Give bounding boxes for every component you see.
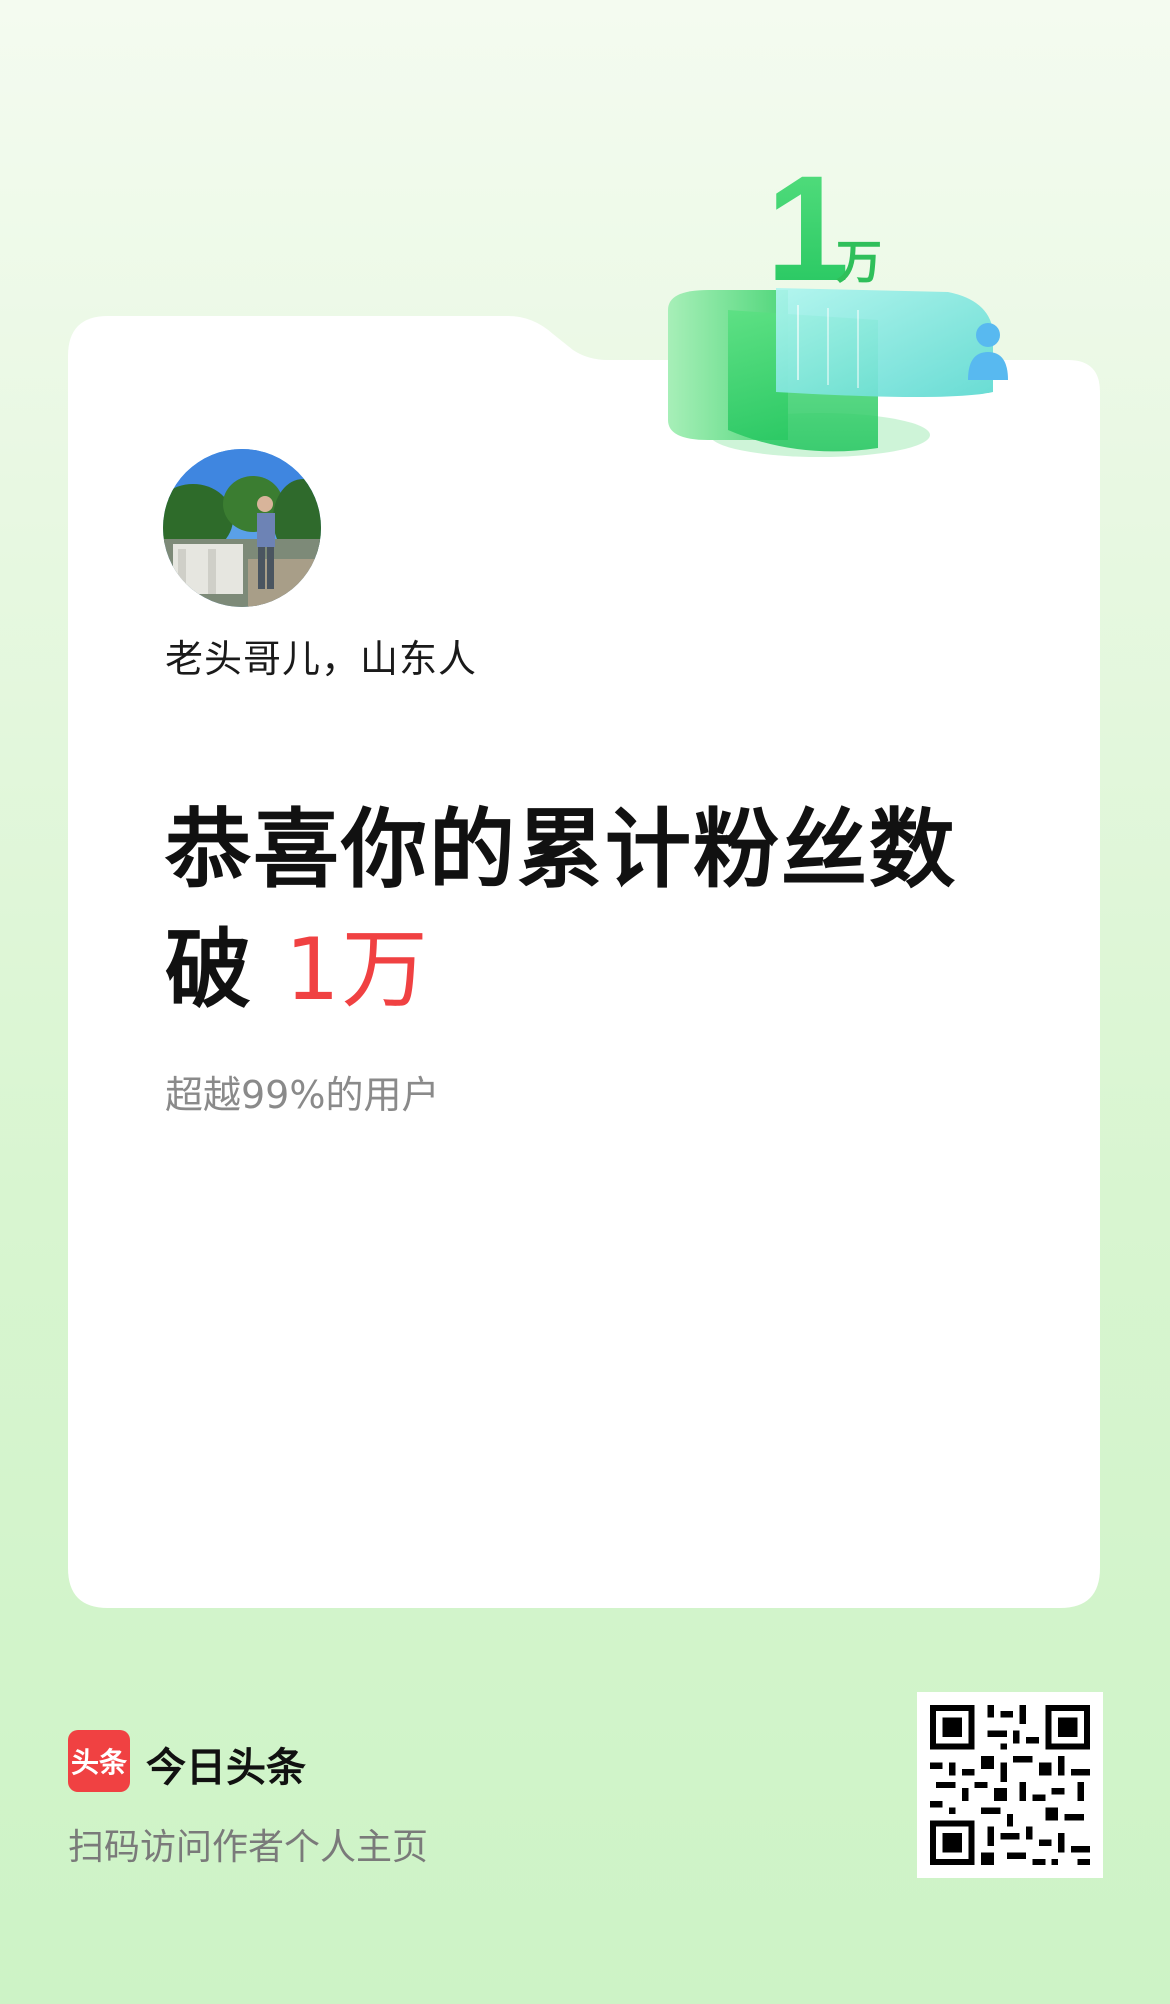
toutiao-logo-icon: 头条 [68, 1730, 130, 1792]
headline-prefix: 破 [165, 920, 285, 1020]
qr-code-icon[interactable] [917, 1692, 1103, 1878]
headline-line-2: 破 1万 [165, 910, 985, 1030]
follower-milestone: 1万 [284, 920, 430, 1020]
scan-hint: 扫码访问作者个人主页 [68, 1827, 429, 1868]
badge-unit: 万 [836, 235, 882, 289]
congratulation-headline: 恭喜你的累计粉丝数 破 1万 [165, 790, 985, 1030]
profile-name: 老头哥儿，山东人 [165, 637, 478, 681]
headline-line-1: 恭喜你的累计粉丝数 [165, 800, 957, 900]
app-name: 今日头条 [146, 1745, 306, 1791]
percentile-text: 超越99%的用户 [165, 1073, 440, 1117]
avatar[interactable] [163, 449, 321, 607]
milestone-badge-icon: 1 万 [668, 144, 1008, 457]
avatar-photo-icon [163, 449, 321, 607]
